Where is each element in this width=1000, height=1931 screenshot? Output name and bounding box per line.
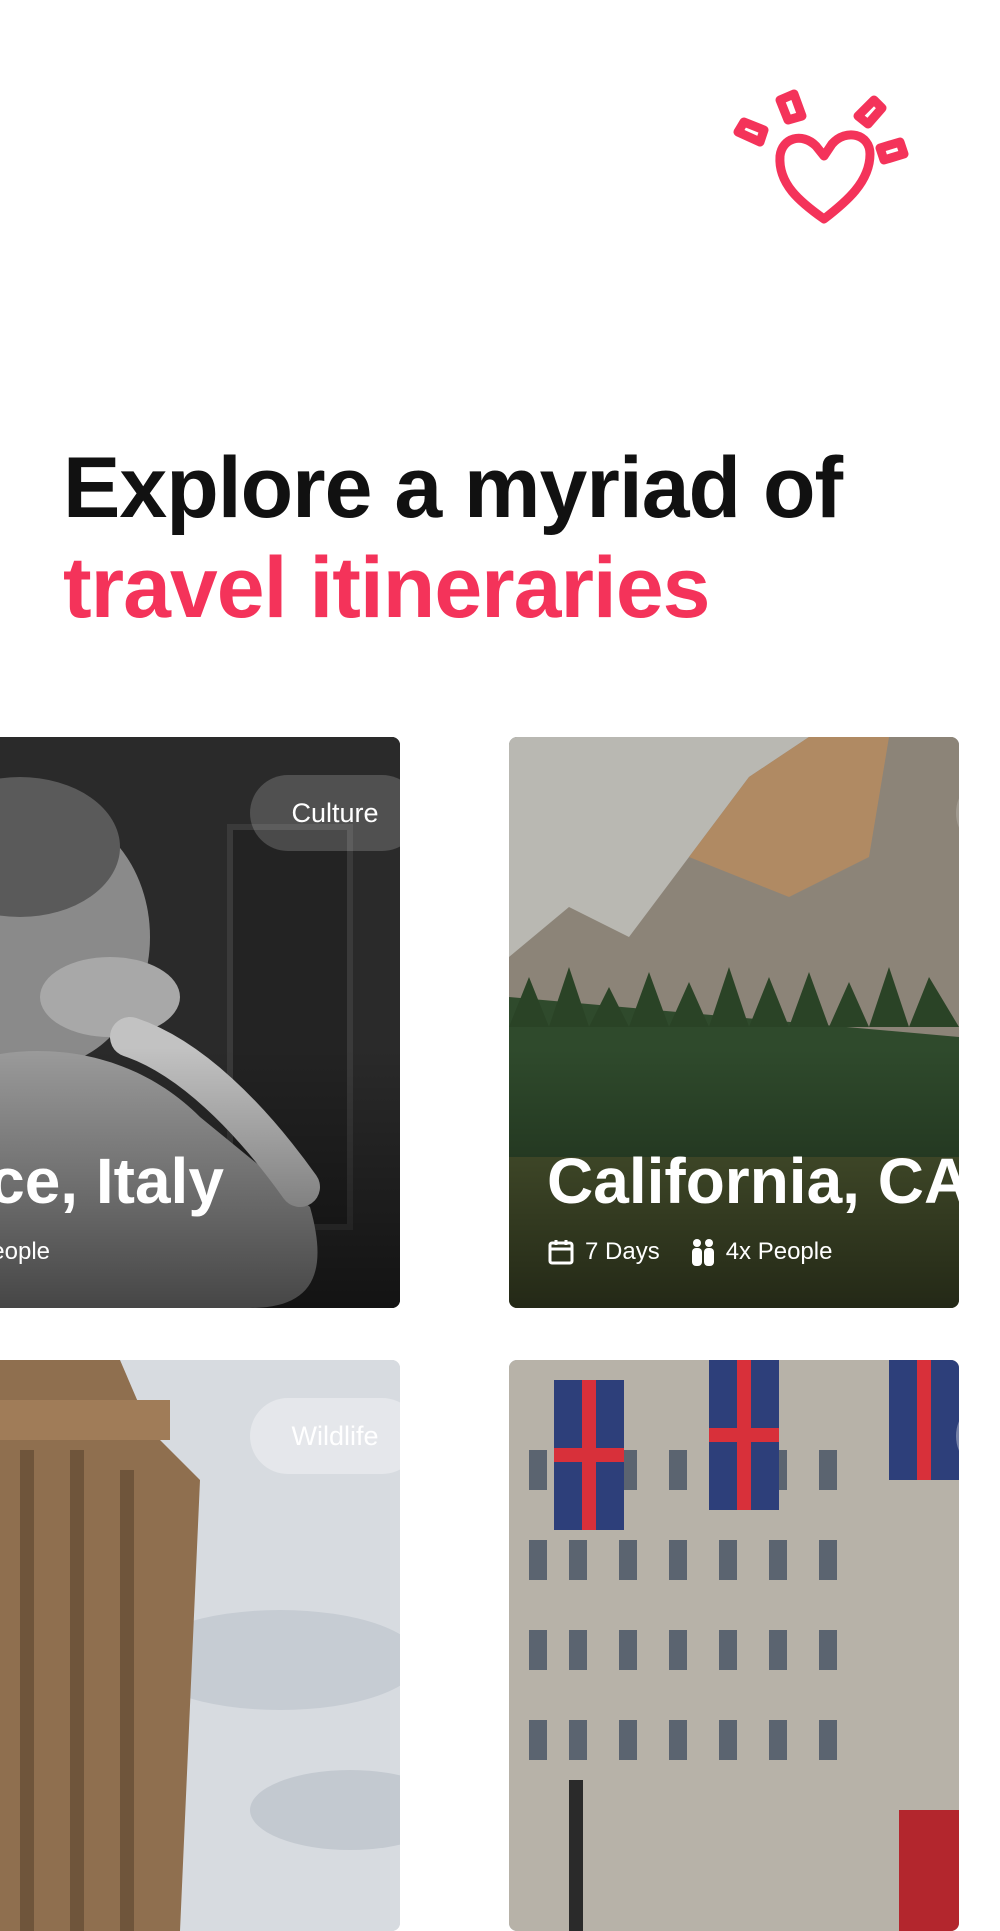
trip-meta: 4x People [0,1238,80,1266]
people-info: 4x People [690,1238,833,1266]
heart-logo-icon [733,89,909,224]
itinerary-card-london[interactable]: W [509,1360,959,1931]
category-badge[interactable]: Wildlife [250,1398,400,1474]
people-count: 4x People [0,1238,50,1265]
itinerary-card-wildlife[interactable]: Wildlife [0,1360,400,1931]
destination-title: California, CA [547,1145,959,1217]
people-icon [691,1239,714,1266]
heading-line-2-accent: travel itineraries [63,540,710,636]
trip-meta: 7 Days 4x People [547,1238,862,1266]
days-count: 7 Days [585,1238,660,1265]
people-info: 4x People [0,1238,50,1266]
destination-title: nce, Italy [0,1145,224,1217]
page-heading: Explore a myriad of travel itineraries [63,438,843,638]
category-badge[interactable]: Culture [250,775,400,851]
people-count: 4x People [725,1238,833,1265]
itinerary-card-italy[interactable]: Culture nce, Italy 4x People [0,737,400,1308]
london-street-photo [509,1360,959,1931]
calendar-icon [548,1240,574,1265]
heading-line-1: Explore a myriad of [63,440,843,536]
itinerary-card-california[interactable]: California, CA 7 Days 4x People [509,737,959,1308]
days-info: 7 Days [547,1238,660,1266]
